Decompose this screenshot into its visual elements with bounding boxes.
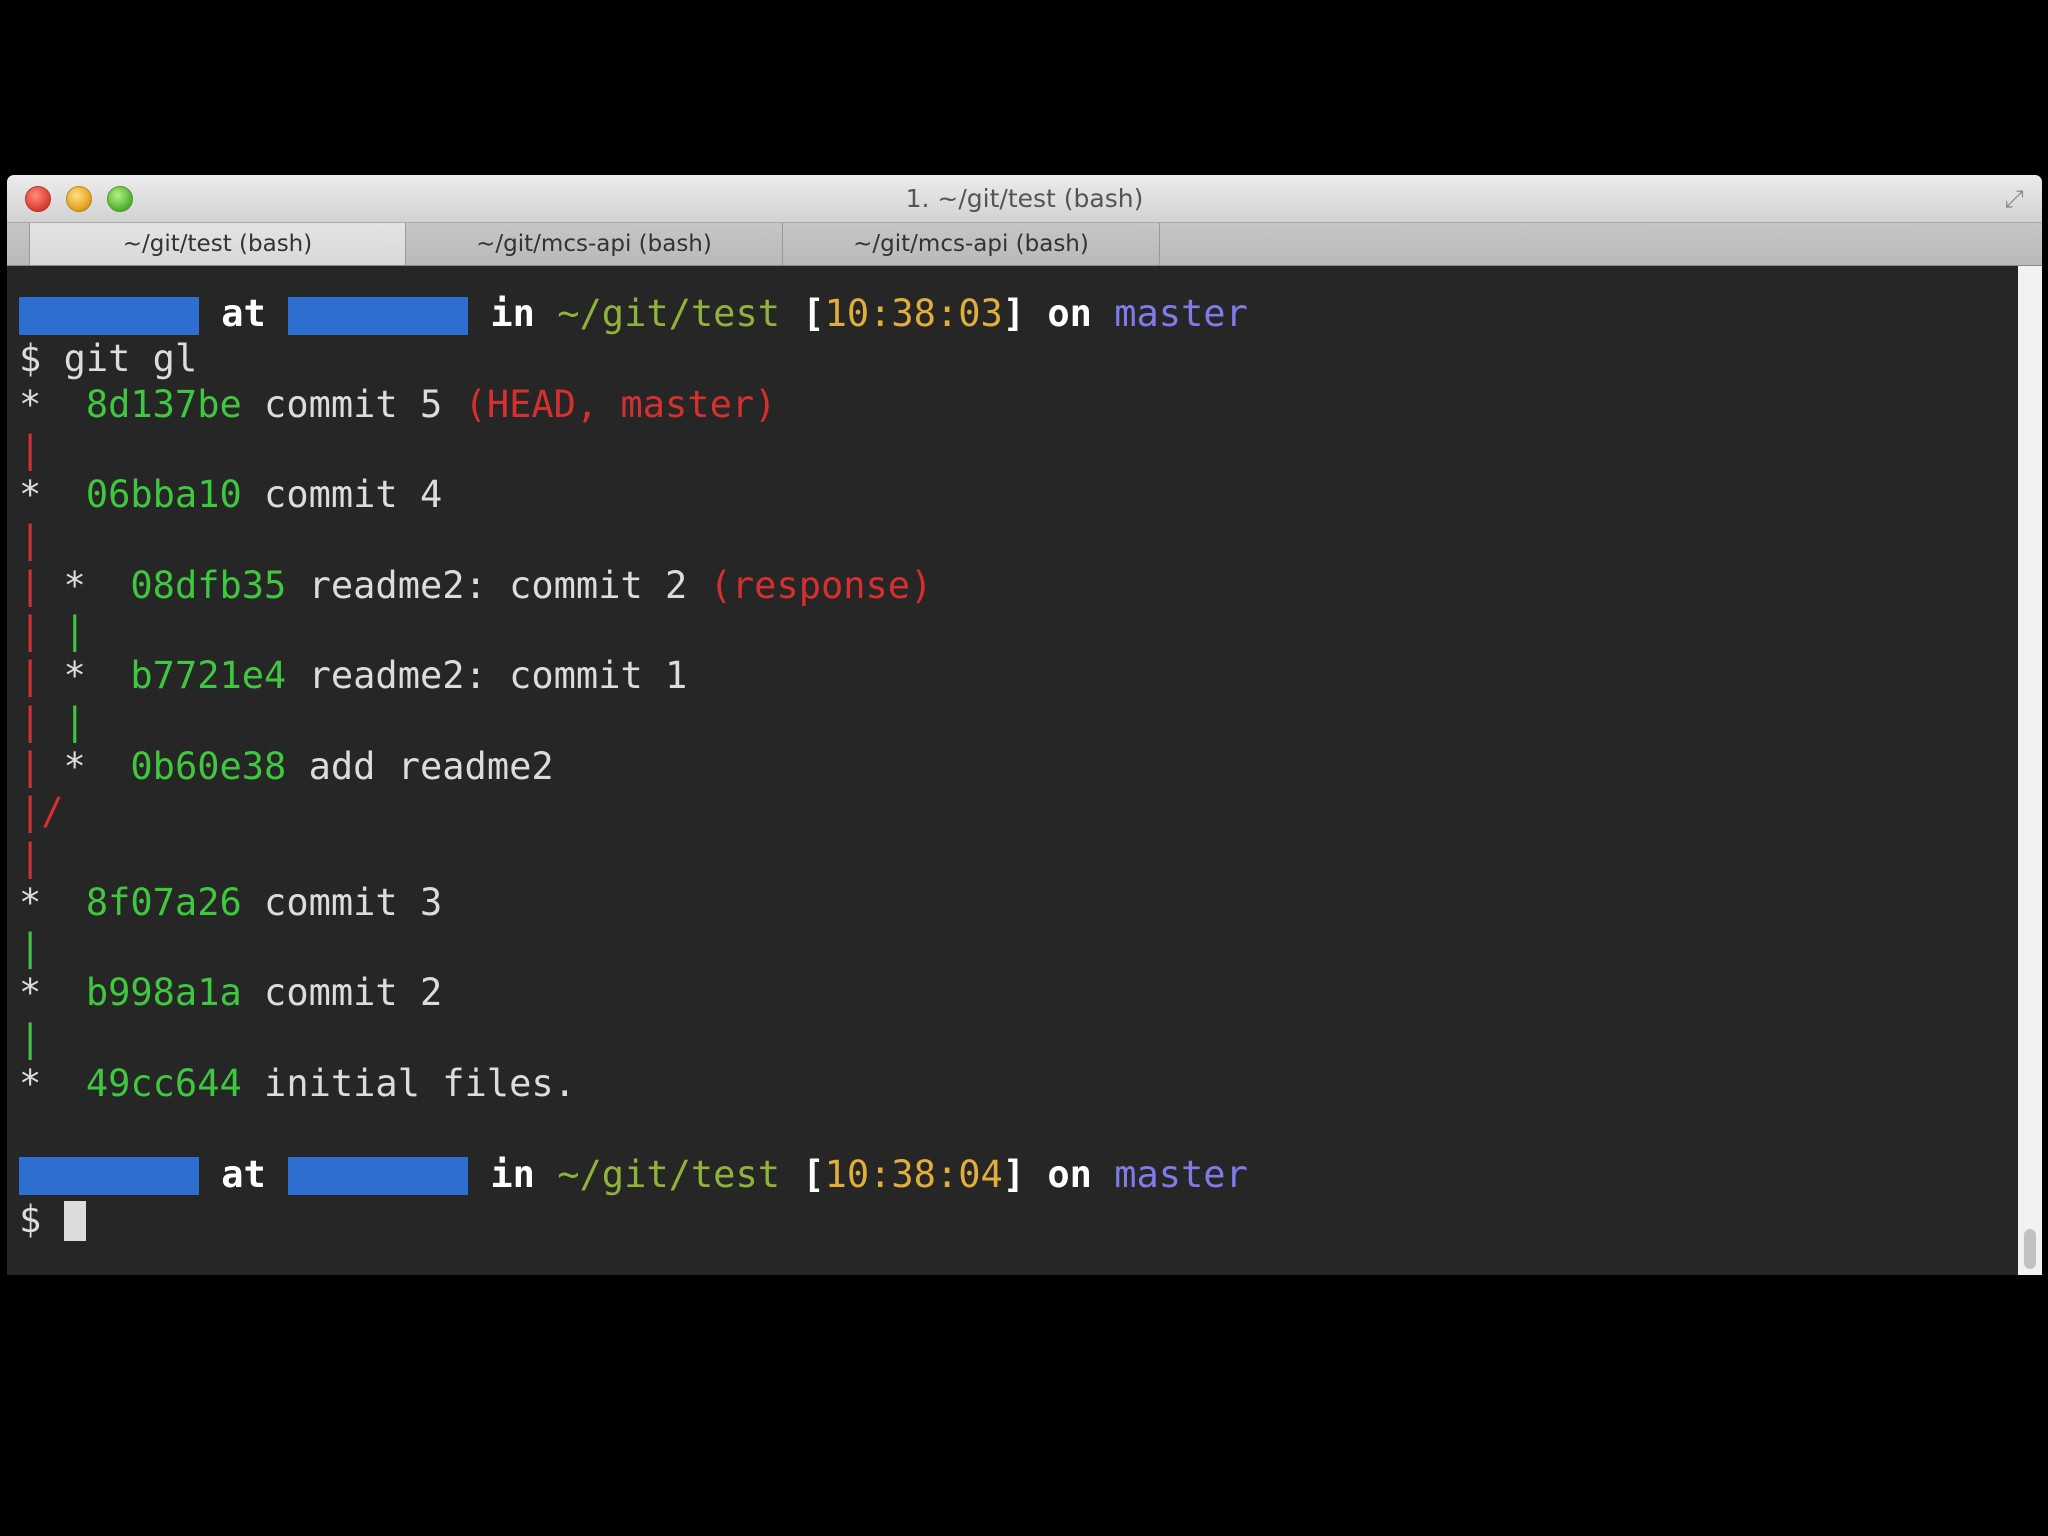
terminal-output[interactable]: at in ~/git/test [10:38:03] on master $ … bbox=[7, 266, 2018, 1275]
commit-refs: (response) bbox=[709, 563, 933, 607]
prompt-at: at bbox=[221, 292, 266, 335]
prompt-symbol: $ bbox=[19, 337, 42, 381]
tab-mcs-api-2[interactable]: ~/git/mcs-api (bash) bbox=[783, 223, 1160, 265]
prompt-symbol: $ bbox=[19, 1197, 42, 1241]
log-entry: | * 08dfb35 readme2: commit 2 (response) bbox=[19, 563, 933, 607]
terminal-window: 1. ~/git/test (bash) ⤢ ~/git/test (bash)… bbox=[7, 175, 2042, 1275]
log-entry: | * b7721e4 readme2: commit 1 bbox=[19, 654, 688, 698]
commit-hash: 08dfb35 bbox=[130, 563, 287, 607]
prompt-on: on bbox=[1047, 292, 1092, 335]
commit-refs: (HEAD, master) bbox=[464, 382, 777, 426]
log-entry: | * 0b60e38 add readme2 bbox=[19, 744, 554, 788]
log-entry: * 8d137be commit 5 (HEAD, master) bbox=[19, 382, 777, 426]
commit-message: commit 4 bbox=[264, 473, 443, 517]
commit-hash: b7721e4 bbox=[130, 654, 287, 698]
graph-line: | bbox=[19, 926, 42, 970]
log-entry: * b998a1a commit 2 bbox=[19, 971, 443, 1015]
redacted-username bbox=[19, 296, 199, 335]
prompt-time: 10:38:03 bbox=[824, 292, 1003, 335]
commit-message: commit 5 bbox=[264, 382, 443, 426]
redacted-hostname bbox=[288, 1157, 469, 1196]
prompt-path: ~/git/test bbox=[557, 1152, 781, 1196]
commit-message: add readme2 bbox=[308, 744, 554, 788]
prompt-line: at in ~/git/test [10:38:04] on master bbox=[19, 1152, 2018, 1197]
log-entry: * 8f07a26 commit 3 bbox=[19, 880, 443, 924]
commit-hash: 49cc644 bbox=[85, 1062, 242, 1106]
commit-hash: 0b60e38 bbox=[130, 744, 287, 788]
graph-line: | | bbox=[19, 699, 86, 743]
prompt-on: on bbox=[1047, 1152, 1092, 1196]
window-title: 1. ~/git/test (bash) bbox=[905, 184, 1144, 213]
prompt-in: in bbox=[490, 292, 535, 335]
prompt-path: ~/git/test bbox=[557, 292, 781, 335]
commit-message: readme2: commit 1 bbox=[308, 654, 688, 698]
input-line[interactable]: $ bbox=[19, 1197, 2018, 1242]
title-bar[interactable]: 1. ~/git/test (bash) ⤢ bbox=[7, 175, 2042, 223]
vertical-scrollbar[interactable] bbox=[2018, 266, 2042, 1275]
graph-line: | bbox=[19, 1016, 42, 1060]
redacted-username bbox=[19, 1157, 199, 1196]
prompt-line: at in ~/git/test [10:38:03] on master bbox=[19, 291, 2018, 336]
graph-line: | | bbox=[19, 609, 86, 653]
commit-hash: 8d137be bbox=[85, 382, 242, 426]
prompt-bracket: ] bbox=[1002, 1152, 1026, 1196]
tab-mcs-api-1[interactable]: ~/git/mcs-api (bash) bbox=[406, 223, 783, 265]
graph-line: |/ bbox=[19, 790, 64, 834]
fullscreen-icon[interactable]: ⤢ bbox=[2000, 185, 2028, 213]
scrollbar-thumb[interactable] bbox=[2024, 1229, 2036, 1269]
prompt-bracket: ] bbox=[1002, 292, 1026, 335]
prompt-branch: master bbox=[1114, 1152, 1248, 1196]
prompt-at: at bbox=[221, 1152, 266, 1196]
log-entry: * 49cc644 initial files. bbox=[19, 1062, 576, 1106]
commit-message: commit 2 bbox=[264, 971, 443, 1015]
text-cursor bbox=[63, 1201, 86, 1242]
commit-hash: 06bba10 bbox=[85, 473, 242, 517]
command-text: git gl bbox=[63, 337, 198, 381]
command-line: $ git gl bbox=[19, 336, 2018, 381]
graph-line: | bbox=[19, 518, 42, 562]
prompt-branch: master bbox=[1114, 292, 1248, 335]
graph-line: | bbox=[19, 427, 42, 471]
commit-hash: b998a1a bbox=[85, 971, 242, 1015]
prompt-bracket: [ bbox=[802, 1152, 825, 1196]
tab-bar: ~/git/test (bash) ~/git/mcs-api (bash) ~… bbox=[7, 223, 2042, 266]
redacted-hostname bbox=[288, 296, 469, 335]
commit-message: initial files. bbox=[264, 1062, 576, 1106]
prompt-bracket: [ bbox=[802, 292, 825, 335]
prompt-in: in bbox=[490, 1152, 535, 1196]
log-entry: * 06bba10 commit 4 bbox=[19, 473, 443, 517]
commit-hash: 8f07a26 bbox=[85, 880, 242, 924]
commit-message: readme2: commit 2 bbox=[308, 563, 688, 607]
graph-line: | bbox=[19, 835, 42, 879]
tab-git-test[interactable]: ~/git/test (bash) bbox=[29, 223, 406, 265]
prompt-time: 10:38:04 bbox=[824, 1152, 1003, 1196]
commit-message: commit 3 bbox=[264, 880, 443, 924]
